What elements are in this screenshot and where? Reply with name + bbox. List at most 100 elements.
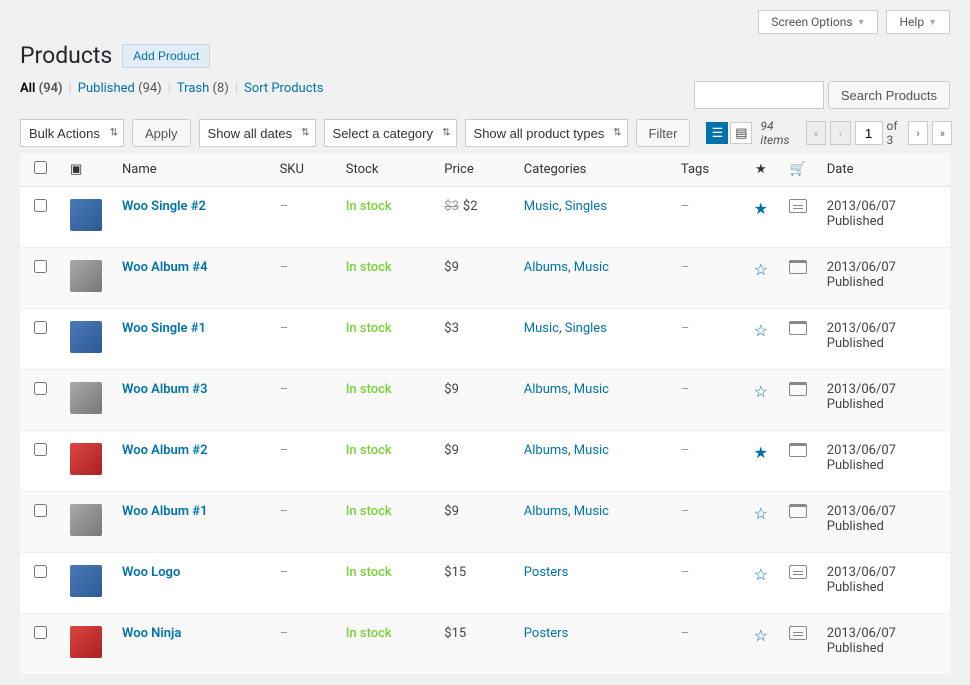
filter-published[interactable]: Published (94) (78, 81, 162, 96)
next-page-button[interactable]: › (908, 121, 928, 145)
product-name-link[interactable]: Woo Ninja (122, 626, 181, 641)
publish-status: Published (827, 641, 884, 656)
product-name-link[interactable]: Woo Album #2 (122, 443, 208, 458)
publish-status: Published (827, 580, 884, 595)
product-name-link[interactable]: Woo Album #1 (122, 504, 208, 519)
col-stock: Stock (336, 153, 435, 187)
view-filters: All (94) | Published (94) | Trash (8) | … (20, 81, 324, 96)
filter-trash[interactable]: Trash (8) (177, 81, 229, 96)
stock-status: In stock (346, 504, 392, 519)
bulk-actions-select[interactable]: Bulk Actions (20, 119, 124, 147)
select-all-checkbox[interactable] (34, 161, 47, 174)
add-product-button[interactable]: Add Product (122, 44, 210, 68)
col-sku[interactable]: SKU (270, 153, 336, 187)
category-link[interactable]: Albums (524, 382, 568, 397)
date-value: 2013/06/07 (827, 382, 896, 397)
product-thumbnail[interactable] (70, 382, 102, 414)
product-name-link[interactable]: Woo Album #4 (122, 260, 208, 275)
last-page-button[interactable]: » (932, 121, 952, 145)
product-type-icon (789, 382, 807, 396)
product-thumbnail[interactable] (70, 565, 102, 597)
table-row: Woo Single #1 – In stock $3 Music, Singl… (20, 309, 950, 370)
featured-toggle[interactable]: ☆ (754, 382, 768, 401)
featured-toggle[interactable]: ☆ (754, 504, 768, 523)
row-checkbox[interactable] (34, 260, 47, 273)
sku-value: – (280, 199, 289, 214)
product-thumbnail[interactable] (70, 260, 102, 292)
col-name[interactable]: Name (112, 153, 270, 187)
row-checkbox[interactable] (34, 626, 47, 639)
filter-button[interactable]: Filter (636, 119, 691, 147)
col-price[interactable]: Price (434, 153, 514, 187)
featured-toggle[interactable]: ☆ (754, 626, 768, 645)
publish-status: Published (827, 275, 884, 290)
table-row: Woo Logo – In stock $15 Posters – ☆ 2013… (20, 553, 950, 614)
product-thumbnail[interactable] (70, 443, 102, 475)
product-name-link[interactable]: Woo Single #1 (122, 321, 206, 336)
product-name-link[interactable]: Woo Album #3 (122, 382, 208, 397)
search-input[interactable] (694, 81, 824, 109)
product-thumbnail[interactable] (70, 199, 102, 231)
view-excerpt-button[interactable]: ▤ (730, 122, 752, 144)
featured-toggle[interactable]: ★ (754, 199, 768, 218)
featured-toggle[interactable]: ☆ (754, 321, 768, 340)
publish-status: Published (827, 336, 884, 351)
row-checkbox[interactable] (34, 504, 47, 517)
stock-status: In stock (346, 321, 392, 336)
category-link[interactable]: Music (574, 443, 609, 458)
product-name-link[interactable]: Woo Single #2 (122, 199, 206, 214)
category-link[interactable]: Albums (524, 443, 568, 458)
filter-all[interactable]: All (94) (20, 81, 63, 96)
view-list-button[interactable]: ☰ (706, 122, 728, 144)
category-link[interactable]: Music (574, 260, 609, 275)
product-thumbnail[interactable] (70, 321, 102, 353)
current-page-input[interactable] (855, 121, 883, 145)
product-type-icon (789, 565, 807, 579)
col-date[interactable]: Date (817, 153, 950, 187)
first-page-button[interactable]: « (806, 121, 826, 145)
category-link[interactable]: Posters (524, 565, 569, 580)
sku-value: – (280, 321, 289, 336)
product-thumbnail[interactable] (70, 504, 102, 536)
category-link[interactable]: Music (574, 504, 609, 519)
featured-toggle[interactable]: ☆ (754, 565, 768, 584)
category-link[interactable]: Albums (524, 260, 568, 275)
price-value: $2 (463, 199, 478, 214)
screen-options-button[interactable]: Screen Options▼ (758, 10, 878, 34)
search-products-button[interactable]: Search Products (828, 81, 950, 109)
price-value: $15 (444, 565, 466, 580)
date-value: 2013/06/07 (827, 321, 896, 336)
category-link[interactable]: Music (524, 321, 559, 336)
category-link[interactable]: Singles (565, 199, 607, 214)
list-icon: ☰ (712, 126, 724, 141)
apply-button[interactable]: Apply (132, 119, 191, 147)
product-thumbnail[interactable] (70, 626, 102, 658)
price-value: $3 (444, 321, 459, 336)
row-checkbox[interactable] (34, 382, 47, 395)
row-checkbox[interactable] (34, 199, 47, 212)
page-title: Products (20, 42, 112, 69)
prev-page-button[interactable]: ‹ (830, 121, 850, 145)
category-link[interactable]: Music (574, 382, 609, 397)
image-icon: ▣ (70, 162, 82, 177)
tags-value: – (681, 382, 690, 397)
featured-toggle[interactable]: ★ (754, 443, 768, 462)
category-link[interactable]: Albums (524, 504, 568, 519)
row-checkbox[interactable] (34, 321, 47, 334)
product-name-link[interactable]: Woo Logo (122, 565, 180, 580)
type-filter-select[interactable]: Show all product types (465, 119, 628, 147)
row-checkbox[interactable] (34, 565, 47, 578)
price-value: $9 (444, 504, 459, 519)
featured-toggle[interactable]: ☆ (754, 260, 768, 279)
category-link[interactable]: Music (524, 199, 559, 214)
row-checkbox[interactable] (34, 443, 47, 456)
sort-products-link[interactable]: Sort Products (244, 81, 324, 96)
category-filter-select[interactable]: Select a category (324, 119, 457, 147)
dates-filter-select[interactable]: Show all dates (199, 119, 316, 147)
help-button[interactable]: Help▼ (886, 10, 950, 34)
category-link[interactable]: Posters (524, 626, 569, 641)
date-value: 2013/06/07 (827, 504, 896, 519)
category-link[interactable]: Singles (565, 321, 607, 336)
sku-value: – (280, 565, 289, 580)
sku-value: – (280, 626, 289, 641)
